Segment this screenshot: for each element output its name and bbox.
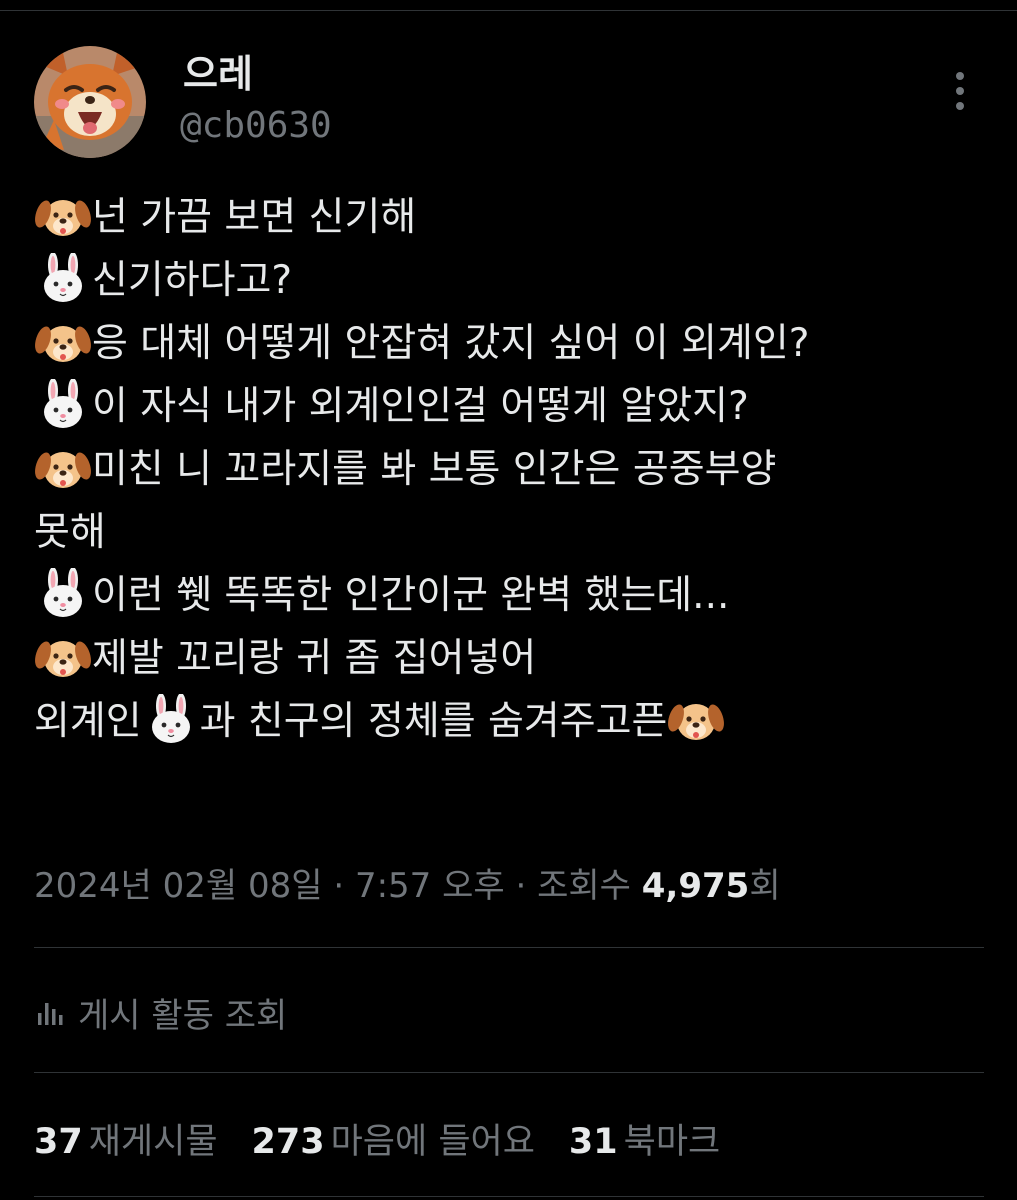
rabbit-face-emoji-icon (34, 568, 92, 620)
tweet-line: 응 대체 어떻게 안잡혀 갔지 싶어 이 외계인? (34, 312, 994, 375)
tweet-line: 못해 (34, 510, 106, 555)
tweet-line: 넌 가끔 보면 신기해 (34, 186, 994, 249)
meta-separator: · (504, 866, 538, 906)
dog-face-emoji-icon (34, 631, 92, 683)
engagement-stats: 37 재게시물 273 마음에 들어요 31 북마크 (34, 1110, 754, 1166)
user-handle[interactable]: @cb0630 (180, 104, 332, 148)
cartoon-fox-avatar-icon (34, 46, 146, 158)
activity-label: 게시 활동 조회 (78, 995, 288, 1036)
tweet-text: 넌 가끔 보면 신기해 신기하다고? 응 대체 어떻게 안잡혀 갔지 싶어 이 … (34, 186, 994, 753)
top-divider (0, 10, 1017, 11)
meta-separator: · (322, 866, 355, 906)
divider (34, 1196, 984, 1197)
tweet-line: 제발 꼬리랑 귀 좀 집어넣어 (34, 627, 994, 690)
bar-chart-icon (38, 1003, 63, 1025)
divider (34, 1072, 984, 1073)
views-suffix: 회 (749, 866, 781, 906)
tweet-line: 미친 니 꼬라지를 봐 보통 인간은 공중부양 (34, 438, 994, 501)
views-count: 4,975 (641, 866, 750, 906)
tweet-date[interactable]: 2024년 02월 08일 (34, 866, 323, 906)
rabbit-face-emoji-icon (34, 253, 92, 305)
views-label: 조회수 (537, 866, 631, 906)
dog-face-emoji-icon (34, 316, 92, 368)
divider (34, 947, 984, 948)
more-options-button[interactable] (940, 66, 980, 116)
avatar[interactable] (34, 46, 146, 158)
tweet-line: 이 자식 내가 외계인인걸 어떻게 알았지? (34, 375, 994, 438)
dog-face-emoji-icon (34, 190, 92, 242)
tweet-line: 이런 쒯 똑똑한 인간이군 완벽 했는데... (34, 564, 994, 627)
view-post-activity-button[interactable]: 게시 활동 조회 (34, 986, 287, 1038)
tweet-meta: 2024년 02월 08일 · 7:57 오후 · 조회수 4,975회 (34, 862, 781, 910)
rabbit-face-emoji-icon (142, 694, 200, 746)
rabbit-face-emoji-icon (34, 379, 92, 431)
dog-face-emoji-icon (34, 442, 92, 494)
likes-stat[interactable]: 273 마음에 들어요 (252, 1113, 535, 1164)
tweet-time[interactable]: 7:57 오후 (355, 866, 505, 906)
dog-face-emoji-icon (667, 694, 725, 746)
more-vertical-icon (956, 72, 964, 110)
tweet-line: 외계인 과 친구의 정체를 숨겨주고픈 (34, 690, 994, 753)
reposts-stat[interactable]: 37 재게시물 (34, 1113, 218, 1164)
tweet-line: 신기하다고? (34, 249, 994, 312)
bookmarks-stat[interactable]: 31 북마크 (569, 1113, 720, 1164)
display-name[interactable]: 으레 (183, 50, 253, 98)
